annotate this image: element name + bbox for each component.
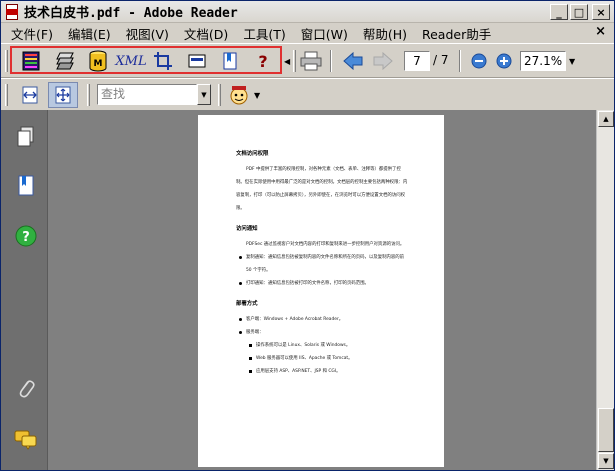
section-heading: 部署方式 <box>236 301 258 307</box>
help-icon[interactable]: ? <box>14 224 38 248</box>
search-dropdown-icon[interactable]: ▼ <box>197 84 211 105</box>
previous-page-icon[interactable] <box>341 49 365 73</box>
close-button[interactable]: × <box>592 4 610 20</box>
list-item: 服务端： <box>236 326 408 339</box>
paragraph: PDFSec 通过监视客户对文档内容的打印和复制来进一步控制用户对资源的访问。 <box>246 242 405 247</box>
menu-document[interactable]: 文档(D) <box>179 24 233 43</box>
scroll-up-icon[interactable]: ▲ <box>598 111 614 127</box>
workspace: ? 文档访问权限 PDF 中提供了丰富的权限控制，对各种元素（文档、表单、注释等… <box>1 110 614 470</box>
pdf-page: 文档访问权限 PDF 中提供了丰富的权限控制，对各种元素（文档、表单、注释等）都… <box>198 115 444 467</box>
menu-file[interactable]: 文件(F) <box>6 24 58 43</box>
attachments-icon[interactable] <box>14 376 38 400</box>
toolbar-overflow-arrow-icon[interactable]: ◀ <box>284 57 290 66</box>
window-title: 技术白皮书.pdf - Adobe Reader <box>24 6 238 21</box>
bookmarks-icon[interactable] <box>14 174 38 198</box>
help-icon[interactable]: ? <box>251 49 275 73</box>
paragraph: PDF 中提供了丰富的权限控制，对各种元素（文档、表单、注释等）都提供了控制。但… <box>236 167 408 211</box>
fit-width-icon[interactable] <box>18 83 42 107</box>
sub-list-item: Web 服务器可以使用 IIS、Apache 或 Tomcat。 <box>236 352 408 365</box>
fit-page-icon[interactable] <box>48 82 78 108</box>
assistant-dropdown-icon[interactable]: ▼ <box>254 91 260 100</box>
menu-reader-assistant[interactable]: Reader助手 <box>417 24 496 43</box>
page-number-input[interactable]: 7 <box>404 51 430 71</box>
menu-window[interactable]: 窗口(W) <box>296 24 353 43</box>
sub-list-item: 操作系统可以是 Linux、Solaris 或 Windows。 <box>236 339 408 352</box>
help-glyph: ? <box>22 230 30 245</box>
toolbar-grip[interactable] <box>5 84 8 106</box>
document-close-icon[interactable]: × <box>595 24 606 39</box>
form-field-icon[interactable] <box>185 49 209 73</box>
menu-view[interactable]: 视图(V) <box>121 24 174 43</box>
list-item: 复制通知：通知信息包括被复制内容的文件名称和所在的页码，以及复制内容的前 50 … <box>236 251 408 277</box>
section-heading: 访问通知 <box>236 226 258 232</box>
svg-text:M: M <box>94 59 103 69</box>
scroll-thumb[interactable] <box>598 408 614 452</box>
pages-stack-icon[interactable] <box>19 49 43 73</box>
layers-icon[interactable] <box>53 49 77 73</box>
toolbar-separator <box>459 50 461 72</box>
zoom-level-input[interactable]: 27.1% <box>520 51 566 71</box>
secondary-toolbar: 查找 ▼ ▼ <box>1 78 614 110</box>
menu-bar: 文件(F) 编辑(E) 视图(V) 文档(D) 工具(T) 窗口(W) 帮助(H… <box>1 23 614 43</box>
database-icon[interactable]: M <box>86 49 110 73</box>
toolbar-grip[interactable] <box>218 84 221 106</box>
toolbar-grip[interactable] <box>293 50 296 72</box>
window-controls: _ □ × <box>550 4 610 20</box>
comments-icon[interactable] <box>14 428 38 452</box>
section-heading: 文档访问权限 <box>236 151 269 157</box>
maximize-button[interactable]: □ <box>570 4 588 20</box>
minimize-button[interactable]: _ <box>550 4 568 20</box>
list-item: 客户端：Windows + Adobe Acrobat Reader。 <box>236 313 408 326</box>
sub-list-item: 应用层支持 ASP、ASP.NET、JSP 和 CGI。 <box>236 365 408 378</box>
main-toolbar: M XML ? ◀ 7 / 7 27.1% ▼ <box>1 43 614 78</box>
crop-icon[interactable] <box>151 49 175 73</box>
title-bar[interactable]: 技术白皮书.pdf - Adobe Reader _ □ × <box>1 1 614 23</box>
toolbar-grip[interactable] <box>5 50 8 72</box>
zoom-in-icon[interactable] <box>492 49 516 73</box>
toolbar-grip[interactable] <box>87 84 90 106</box>
zoom-out-icon[interactable] <box>467 49 491 73</box>
xml-icon[interactable]: XML <box>115 49 147 73</box>
search-input[interactable]: 查找 <box>97 84 197 105</box>
pages-icon[interactable] <box>14 125 38 149</box>
menu-tools[interactable]: 工具(T) <box>238 24 290 43</box>
page-total: / 7 <box>433 53 449 67</box>
pdf-app-icon <box>4 3 20 20</box>
next-page-icon[interactable] <box>371 49 395 73</box>
print-icon[interactable] <box>299 49 323 73</box>
document-area[interactable]: 文档访问权限 PDF 中提供了丰富的权限控制，对各种元素（文档、表单、注释等）都… <box>48 110 596 470</box>
navigation-pane: ? <box>1 110 48 470</box>
list-item: 打印通知：通知信息包括被打印的文件名称，打印的页码范围。 <box>236 277 408 290</box>
bookmark-page-icon[interactable] <box>218 49 242 73</box>
menu-help[interactable]: 帮助(H) <box>358 24 412 43</box>
help-glyph: ? <box>258 51 268 71</box>
vertical-scrollbar[interactable]: ▲ ▼ <box>596 110 614 470</box>
menu-edit[interactable]: 编辑(E) <box>63 24 116 43</box>
scroll-down-icon[interactable]: ▼ <box>598 453 614 469</box>
xml-label: XML <box>115 53 147 69</box>
app-window: 技术白皮书.pdf - Adobe Reader _ □ × 文件(F) 编辑(… <box>0 0 615 471</box>
assistant-face-icon[interactable] <box>227 83 251 107</box>
zoom-dropdown-icon[interactable]: ▼ <box>569 57 575 66</box>
toolbar-separator <box>330 50 332 72</box>
